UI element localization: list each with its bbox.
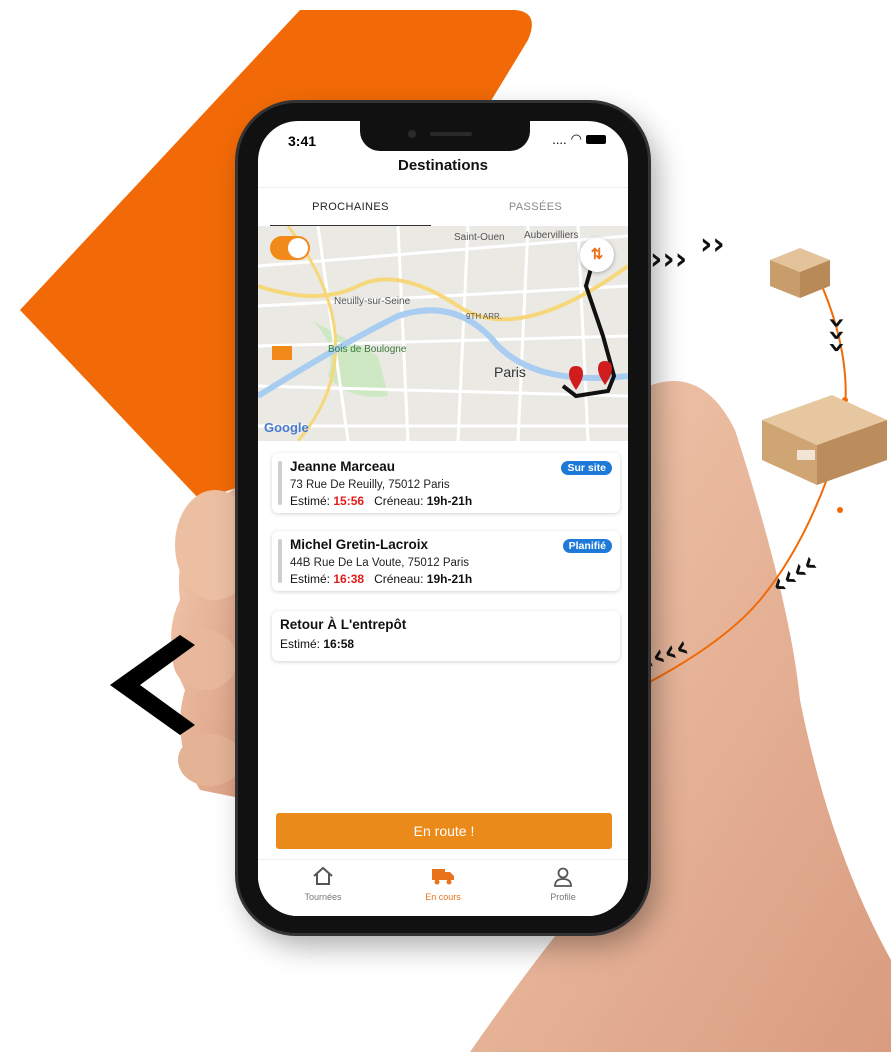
- stop-address: 44B Rue De La Voute, 75012 Paris: [290, 557, 470, 569]
- package-icon: [762, 395, 887, 485]
- signal-icon: ....: [552, 131, 567, 147]
- return-eta: Estimé: 16:58: [280, 637, 355, 651]
- map-label: Paris: [494, 364, 526, 380]
- status-icons: .... ◠: [552, 131, 606, 147]
- status-time: 3:41: [288, 133, 317, 149]
- destination-tabs: PROCHAINES PASSÉES: [258, 187, 628, 227]
- sort-icon[interactable]: ⇅: [580, 238, 614, 272]
- package-icon: [770, 248, 830, 298]
- stop-name: Michel Gretin-Lacroix: [290, 537, 429, 552]
- route-map[interactable]: Saint-Ouen Aubervilliers Neuilly-sur-Sei…: [258, 226, 628, 441]
- map-label: Bois de Boulogne: [328, 344, 407, 355]
- chevron-down-icon: ›››: [819, 316, 855, 354]
- return-name: Retour À L'entrepôt: [280, 617, 407, 632]
- stop-address: 73 Rue De Reuilly, 75012 Paris: [290, 479, 450, 491]
- bottom-tab-bar: Tournées En cours Profile: [258, 859, 628, 916]
- stop-card[interactable]: Jeanne Marceau Sur site 73 Rue De Reuill…: [272, 453, 620, 513]
- chevron-right-icon: ›››: [650, 242, 688, 277]
- map-label: Neuilly-sur-Seine: [334, 296, 411, 307]
- page-title: Destinations: [397, 157, 488, 174]
- stop-name: Jeanne Marceau: [290, 459, 396, 474]
- stop-card[interactable]: Michel Gretin-Lacroix Planifié 44B Rue D…: [272, 531, 620, 591]
- tab-prochaines[interactable]: PROCHAINES: [258, 188, 443, 227]
- map-toggle[interactable]: [270, 236, 310, 260]
- return-card[interactable]: Retour À L'entrepôt Estimé: 16:58: [272, 611, 620, 661]
- smartphone: 3:41 .... ◠ Destinations PROCHAINES PASS…: [238, 103, 648, 933]
- status-badge: Planifié: [562, 539, 612, 553]
- map-label: Aubervilliers: [524, 230, 579, 241]
- user-icon: [518, 866, 608, 888]
- chevron-right-icon: ››: [700, 227, 725, 262]
- battery-icon: [586, 134, 606, 144]
- app-screen: 3:41 .... ◠ Destinations PROCHAINES PASS…: [258, 121, 628, 916]
- status-badge: Sur site: [561, 461, 612, 475]
- home-icon: [278, 866, 368, 888]
- tab-tournees[interactable]: Tournées: [278, 866, 368, 902]
- stop-eta: Estimé: 15:56 Créneau: 19h-21h: [290, 494, 473, 508]
- tab-passees[interactable]: PASSÉES: [443, 188, 628, 226]
- map-label: Saint-Ouen: [454, 232, 505, 243]
- tab-en-cours[interactable]: En cours: [398, 866, 488, 902]
- en-route-button[interactable]: En route !: [276, 813, 612, 849]
- map-roads: [258, 226, 628, 441]
- google-logo: Google: [264, 420, 309, 435]
- map-label: 9TH ARR.: [466, 312, 503, 321]
- truck-icon: [398, 866, 488, 888]
- wifi-icon: ◠: [570, 131, 582, 146]
- tab-profile[interactable]: Profile: [518, 866, 608, 902]
- phone-notch: [360, 121, 530, 151]
- left-chevron-icon: [110, 635, 195, 735]
- stop-eta: Estimé: 16:38 Créneau: 19h-21h: [290, 572, 473, 586]
